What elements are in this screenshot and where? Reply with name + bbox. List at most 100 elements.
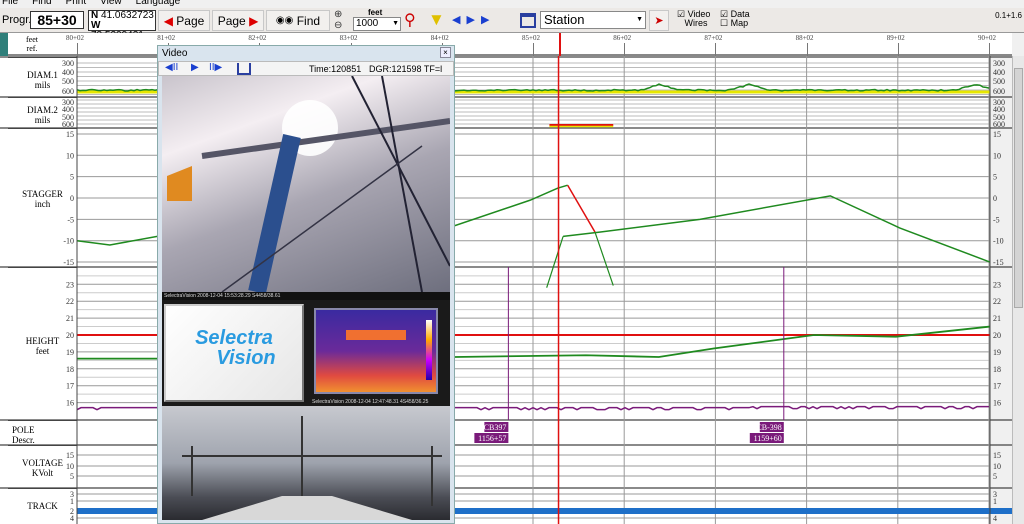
zoom-reset-icon[interactable]: ⚲ [404,10,416,30]
height-tick-label: 16 [993,399,1001,408]
page-prev-label: Page [176,14,204,28]
video-window: Video × ◀II ▶ II▶ Time:120851 DGR:121598… [157,45,455,524]
play-icon[interactable]: ▶ [466,14,480,26]
menu-view[interactable]: View [100,0,122,8]
video-title: Video [162,48,187,59]
video-caption-1: SelectraVision 2008-12-04 15:53:28.29 S4… [162,292,450,300]
voltage-tick-label: 15 [66,451,74,460]
station-select[interactable]: Station ▼ [540,11,646,29]
latitude: 41.0632723 [101,10,154,21]
station-label: 82+02 [248,34,266,42]
voltage-tick-label: 5 [993,472,997,481]
diam2-tick-label: 600 [993,120,1005,129]
stagger-tick-label: 5 [70,173,74,182]
station-value: Station [544,12,584,27]
voltage-tick-label: 10 [993,462,1001,471]
menu-language[interactable]: Language [136,0,181,8]
close-icon[interactable]: × [440,47,451,58]
data-plot[interactable]: 300 300400 400500 500600 600300 300400 400500 5… [0,56,1012,524]
station-label: 89+02 [887,34,905,42]
height-tick-label: 21 [66,314,74,323]
page-next-button[interactable]: Page ▶ [212,10,264,31]
step-back-icon[interactable]: ◀II [165,62,178,73]
export-button[interactable]: ➤ [649,10,669,31]
video-caption-2: SelectraVision 2008-12-04 12:47:48.31 4S… [162,398,450,406]
station-label: 88+02 [796,34,814,42]
stagger-tick-label: 0 [993,194,997,203]
video-controls: ◀II ▶ II▶ Time:120851 DGR:121598 TF=l [158,61,454,76]
height-tick-label: 17 [993,382,1001,391]
voltage-tick-label: 10 [66,462,74,471]
stagger-tick-label: 0 [70,194,74,203]
station-ruler: feet ref. 80+02 81+02 82+02 83+02 84+02 85+02 8… [0,33,1012,56]
stagger-tick-label: 15 [66,130,74,139]
diam2-tick-label: 600 [62,120,74,129]
arrow-left-icon: ◀ [164,14,173,28]
step-forward-icon[interactable]: II▶ [209,62,222,73]
station-label: 84+02 [431,34,449,42]
stagger-tick-label: -10 [993,237,1004,246]
diam1-tick-label: 400 [62,68,74,77]
video-time: Time:120851 [309,64,361,74]
camera-image-top [162,76,450,292]
page-prev-button[interactable]: ◀ Page [158,10,210,31]
track-tick-label: 4 [70,514,74,523]
zoom-in-out-icons[interactable]: ⊕ ⊖ [334,9,350,31]
unit-label: feet [368,8,382,17]
zoom-value: 1000 [356,18,378,29]
diam1-tick-label: 500 [62,77,74,86]
menu-file[interactable]: File [2,0,18,8]
coordinates: N 41.0632723 W 73.5209421 [88,10,156,31]
height-tick-label: 18 [66,365,74,374]
scrollbar-thumb[interactable] [1014,68,1023,308]
vertical-scrollbar[interactable] [1012,56,1024,524]
play-icon[interactable]: ▶ [191,62,199,73]
find-label: Find [297,14,320,28]
stagger-tick-label: -5 [993,215,1000,224]
station-label: 85+02 [522,34,540,42]
diam1-tick-label: 600 [993,87,1005,96]
page-next-label: Page [218,14,246,28]
pantograph-photo [162,76,450,292]
voltage-tick-label: 5 [70,472,74,481]
window-icon[interactable] [520,13,536,28]
voltage-tick-label: 15 [993,451,1001,460]
menu-print[interactable]: Print [66,0,87,8]
height-tick-label: 19 [993,348,1001,357]
height-tick-label: 20 [66,331,74,340]
progr-input[interactable]: 85+30 [30,11,84,29]
diam1-tick-label: 500 [993,77,1005,86]
data-map-checkbox[interactable]: ☑ Data ☐ Map [720,10,750,28]
thermal-image [314,308,438,394]
height-tick-label: 22 [66,297,74,306]
pole-id: CB-398 [756,423,781,432]
step-forward-icon[interactable]: ▶ [481,14,495,26]
ruler-cursor [559,33,561,56]
stagger-tick-label: -10 [63,237,74,246]
find-button[interactable]: ◉◉ Find [266,10,330,31]
track-view-photo [162,406,450,520]
diam1-tick-label: 400 [993,68,1005,77]
track-tick-label: 1 [993,497,997,506]
station-label: 80+02 [66,34,84,42]
stop-icon[interactable] [237,63,251,75]
chevron-down-icon: ▼ [392,18,399,30]
chevron-down-icon: ▼ [636,12,643,28]
map-label: Map [731,18,749,28]
zoom-select[interactable]: 1000 ▼ [353,17,401,31]
step-back-icon[interactable]: ◀ [452,14,466,26]
progr-label: Progr. [2,14,31,26]
station-label: 87+02 [704,34,722,42]
video-wires-checkbox[interactable]: ☑ Video Wires [677,10,710,28]
height-tick-label: 17 [66,382,74,391]
version-label: 0.1+1.6 [995,11,1022,20]
filter-icon[interactable]: ▼ [428,10,445,30]
stagger-tick-label: 10 [993,151,1001,160]
export-icon: ➤ [654,14,663,27]
selectra-vision-logo: Selectra Vision [164,304,304,402]
height-tick-label: 18 [993,365,1001,374]
station-label: 86+02 [613,34,631,42]
menu-find[interactable]: Find [32,0,51,8]
stagger-tick-label: 10 [66,151,74,160]
camera-image-front [162,406,450,520]
